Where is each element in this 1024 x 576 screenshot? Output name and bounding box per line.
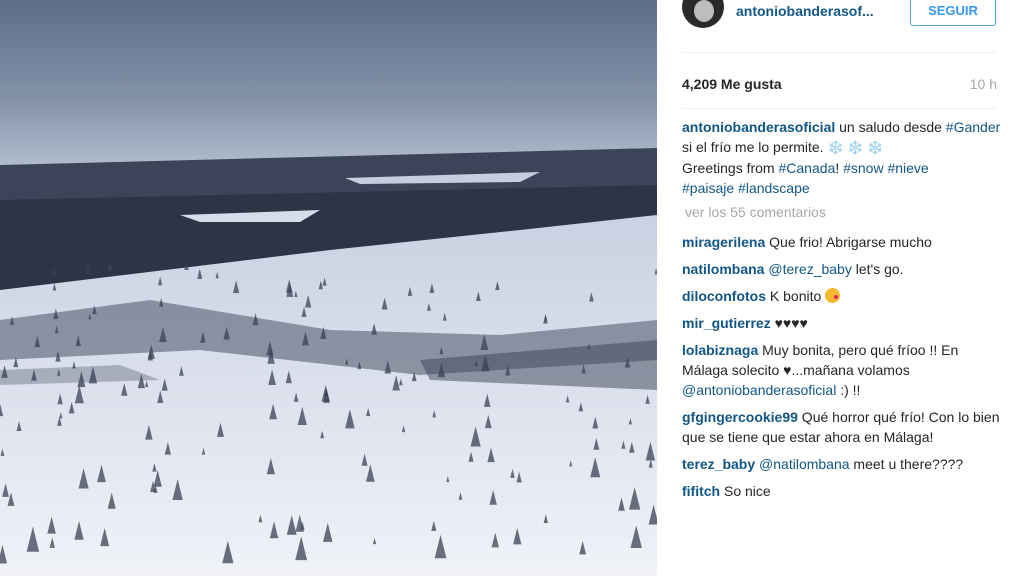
hashtag-nieve[interactable]: #nieve	[887, 160, 928, 176]
comment: natilombana @terez_baby let's go.	[682, 261, 904, 277]
avatar[interactable]	[682, 0, 724, 28]
comment-username[interactable]: gfgingercookie99	[682, 409, 798, 425]
comment: gfgingercookie99 Qué horror qué frío! Co…	[682, 409, 1000, 445]
comment: miragerilena Que frio! Abrigarse mucho	[682, 234, 932, 250]
comment-username[interactable]: diloconfotos	[682, 288, 766, 304]
kiss-emoji-icon	[825, 288, 841, 303]
hashtag-landscape[interactable]: #landscape	[738, 180, 810, 196]
comment-username[interactable]: natilombana	[682, 261, 764, 277]
post-header: antoniobanderasof... SEGUIR	[657, 0, 1024, 52]
snow-landscape-image	[0, 0, 657, 576]
header-divider	[682, 52, 997, 53]
comment-mention[interactable]: @terez_baby	[768, 261, 851, 277]
post-username[interactable]: antoniobanderasof...	[736, 3, 874, 19]
post-caption: antoniobanderasoficial un saludo desde #…	[682, 119, 1001, 196]
comment-username[interactable]: fifitch	[682, 483, 720, 499]
comments-list: miragerilena Que frio! Abrigarse mucho n…	[682, 232, 1002, 508]
comment: lolabiznaga Muy bonita, pero qué fríoo !…	[682, 342, 959, 398]
comment-mention[interactable]: @natilombana	[759, 456, 850, 472]
likes-divider	[682, 108, 997, 109]
post-details-panel: antoniobanderasof... SEGUIR 4,209 Me gus…	[657, 0, 1024, 576]
comment: mir_gutierrez ♥♥♥♥	[682, 315, 808, 331]
comment: diloconfotos K bonito	[682, 286, 1002, 306]
comment-username[interactable]: terez_baby	[682, 456, 755, 472]
hashtag-gander[interactable]: #Gander	[946, 119, 1000, 135]
comment: terez_baby @natilombana meet u there????	[682, 456, 964, 472]
view-all-comments-link[interactable]: ver los 55 comentarios	[685, 204, 826, 220]
likes-count[interactable]: 4,209 Me gusta	[682, 76, 782, 92]
comment-username[interactable]: miragerilena	[682, 234, 765, 250]
post-photo[interactable]	[0, 0, 657, 576]
follow-button[interactable]: SEGUIR	[910, 0, 996, 26]
hashtag-paisaje[interactable]: #paisaje	[682, 180, 734, 196]
caption-username[interactable]: antoniobanderasoficial	[682, 119, 835, 135]
hashtag-canada[interactable]: #Canada	[778, 160, 835, 176]
comment-username[interactable]: lolabiznaga	[682, 342, 758, 358]
comment-username[interactable]: mir_gutierrez	[682, 315, 771, 331]
post-time[interactable]: 10 h	[970, 76, 997, 92]
comment-mention[interactable]: @antoniobanderasoficial	[682, 382, 836, 398]
hashtag-snow[interactable]: #snow	[843, 160, 883, 176]
snowflake-emoji: ❄️ ❄️ ❄️	[827, 140, 884, 155]
comment: fifitch So nice	[682, 483, 771, 499]
